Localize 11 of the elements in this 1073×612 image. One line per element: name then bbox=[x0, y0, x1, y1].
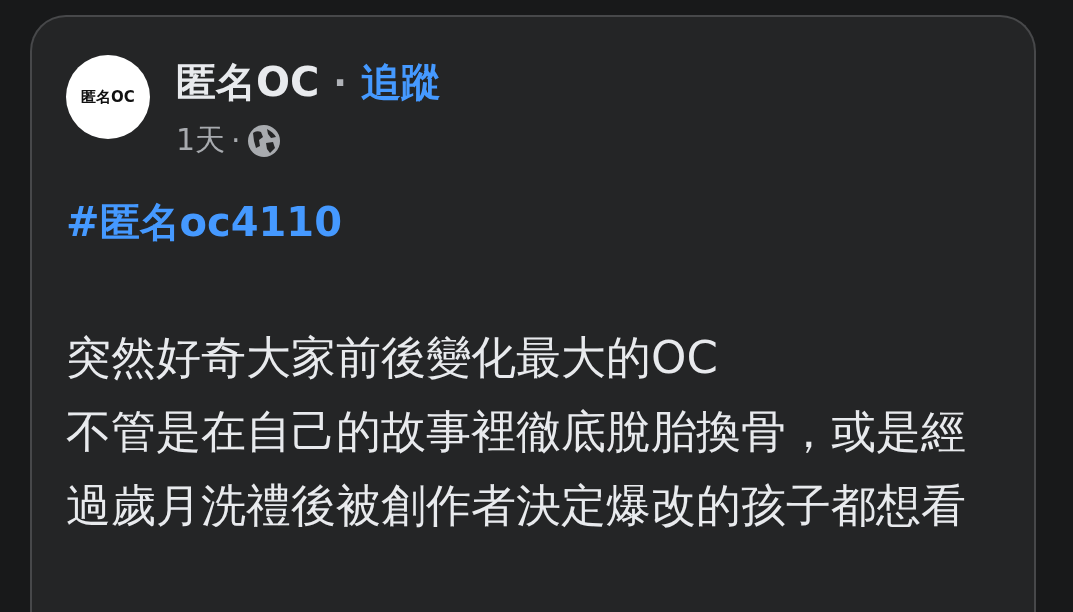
follow-link[interactable]: 追蹤 bbox=[361, 55, 442, 110]
post-text: 突然好奇大家前後變化最大的OC bbox=[66, 330, 718, 386]
hashtag-link[interactable]: #匿名oc4110 bbox=[66, 195, 343, 250]
post-time[interactable]: 1天 bbox=[176, 120, 226, 161]
separator: · bbox=[231, 123, 241, 158]
globe-icon bbox=[246, 123, 281, 158]
post-text: 不管是在自己的故事裡徹底脫胎換骨，或是經 bbox=[66, 404, 966, 460]
post-text: 過歲月洗禮後被創作者決定爆改的孩子都想看 bbox=[66, 478, 966, 534]
avatar[interactable]: 匿名OC bbox=[66, 55, 150, 139]
separator: · bbox=[333, 62, 348, 103]
author-name[interactable]: 匿名OC bbox=[176, 55, 320, 110]
